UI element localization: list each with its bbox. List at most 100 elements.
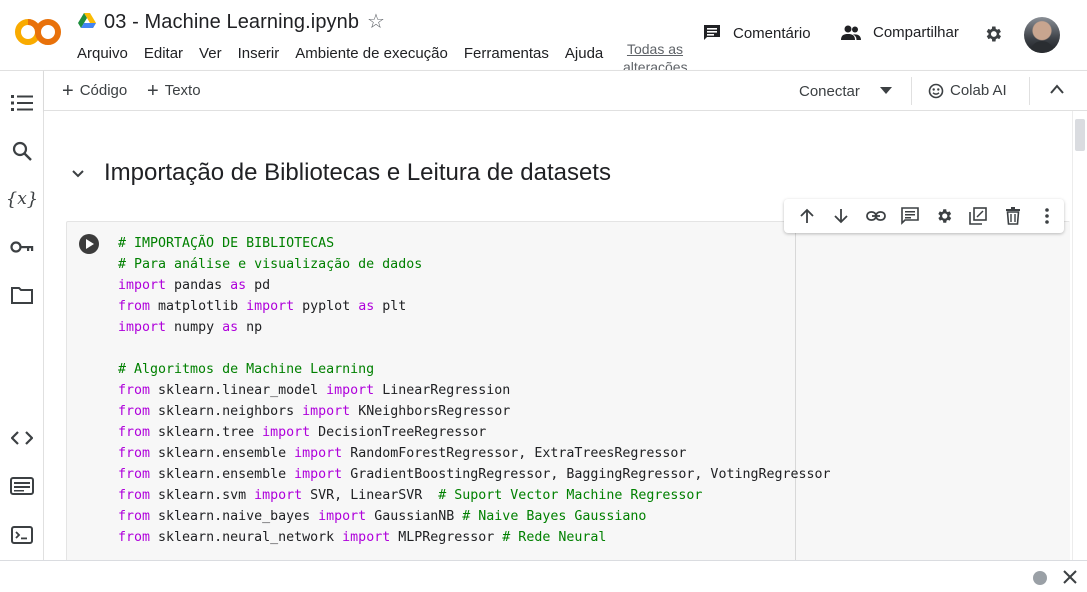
user-avatar[interactable]: [1024, 17, 1060, 53]
add-code-button[interactable]: + Código: [62, 79, 128, 102]
terminal-icon[interactable]: [10, 523, 34, 547]
code-line[interactable]: from sklearn.neighbors import KNeighbors…: [118, 401, 831, 422]
colab-ai-button[interactable]: Colab AI: [928, 82, 1007, 99]
left-rail: {x}: [0, 70, 44, 560]
arrow-up-icon[interactable]: [790, 199, 824, 233]
menu-item-ajuda[interactable]: Ajuda: [565, 45, 603, 62]
code-token: pandas: [166, 278, 231, 293]
cell-toolbar: [784, 199, 1064, 233]
people-icon: [841, 25, 861, 40]
code-token: sklearn.naive_bayes: [150, 509, 319, 524]
mirror-cell-icon[interactable]: [961, 199, 995, 233]
key-icon[interactable]: [10, 235, 34, 259]
menu-item-ambiente[interactable]: Ambiente de execução: [295, 45, 448, 62]
code-keyword: import: [254, 488, 303, 503]
delete-icon[interactable]: [996, 199, 1030, 233]
section-header: Importação de Bibliotecas e Leitura de d…: [68, 159, 611, 187]
link-icon[interactable]: [859, 199, 893, 233]
code-comment: # Naive Bayes Gaussiano: [462, 509, 647, 524]
share-button[interactable]: Compartilhar: [841, 24, 959, 41]
add-code-label: Código: [79, 82, 128, 99]
plus-icon: +: [62, 79, 74, 102]
add-text-button[interactable]: + Texto: [147, 81, 201, 101]
variables-icon[interactable]: {x}: [6, 187, 39, 211]
code-keyword: import: [318, 509, 367, 524]
code-line[interactable]: from sklearn.naive_bayes import Gaussian…: [118, 506, 831, 527]
table-of-contents-icon[interactable]: [10, 91, 34, 115]
code-token: sklearn.neighbors: [150, 404, 303, 419]
code-line[interactable]: # IMPORTAÇÃO DE BIBLIOTECAS: [118, 233, 831, 254]
vertical-scrollbar[interactable]: [1072, 111, 1087, 560]
notebook-title[interactable]: 03 - Machine Learning.ipynb: [104, 11, 359, 34]
menu-item-inserir[interactable]: Inserir: [238, 45, 280, 62]
code-keyword: as: [358, 299, 375, 314]
more-vert-icon[interactable]: [1030, 199, 1064, 233]
menu-item-editar[interactable]: Editar: [144, 45, 183, 62]
code-line[interactable]: from sklearn.svm import SVR, LinearSVR #…: [118, 485, 831, 506]
google-drive-icon[interactable]: [78, 13, 96, 29]
all-changes-link[interactable]: Todas as alterações: [623, 40, 687, 70]
code-line[interactable]: from sklearn.tree import DecisionTreeReg…: [118, 422, 831, 443]
code-line[interactable]: # Algoritmos de Machine Learning: [118, 359, 831, 380]
code-token: KNeighborsRegressor: [350, 404, 511, 419]
menu-item-ver[interactable]: Ver: [199, 45, 222, 62]
code-token: sklearn.svm: [150, 488, 255, 503]
code-token: np: [238, 320, 263, 335]
runtime-status-dot[interactable]: [1033, 571, 1047, 585]
code-token: sklearn.neural_network: [150, 530, 343, 545]
code-cell[interactable]: # IMPORTAÇÃO DE BIBLIOTECAS # Para anális…: [66, 221, 1070, 560]
section-title[interactable]: Importação de Bibliotecas e Leitura de d…: [104, 159, 611, 187]
code-token: sklearn.ensemble: [150, 467, 295, 482]
notebook-main: Importação de Bibliotecas e Leitura de d…: [44, 111, 1087, 560]
arrow-down-icon[interactable]: [824, 199, 858, 233]
code-line[interactable]: from sklearn.ensemble import GradientBoo…: [118, 464, 831, 485]
code-line[interactable]: from sklearn.ensemble import RandomFores…: [118, 443, 831, 464]
code-token: sklearn.ensemble: [150, 446, 295, 461]
connect-button[interactable]: Conectar: [799, 83, 860, 100]
code-keyword: import: [326, 383, 375, 398]
code-text[interactable]: # IMPORTAÇÃO DE BIBLIOTECAS # Para anális…: [118, 233, 831, 548]
code-comment: # Rede Neural: [502, 530, 607, 545]
code-line[interactable]: # Para análise e visualização de dados: [118, 254, 831, 275]
caret-down-icon[interactable]: [880, 87, 892, 95]
chevron-down-icon[interactable]: [68, 163, 88, 183]
settings-gear-icon[interactable]: [983, 24, 1003, 44]
star-icon[interactable]: ☆: [367, 9, 385, 34]
folder-icon[interactable]: [10, 283, 34, 307]
code-line[interactable]: import pandas as pd: [118, 275, 831, 296]
code-token: numpy: [166, 320, 223, 335]
status-bar: [0, 560, 1087, 592]
gear-icon[interactable]: [927, 199, 961, 233]
comment-icon: [704, 25, 720, 40]
colab-logo[interactable]: [14, 17, 62, 47]
code-keyword: from: [118, 383, 151, 398]
header: 03 - Machine Learning.ipynb ☆ Arquivo Ed…: [0, 0, 1087, 70]
code-keyword: from: [118, 404, 151, 419]
code-keyword: import: [262, 425, 311, 440]
menu-item-ferramentas[interactable]: Ferramentas: [464, 45, 549, 62]
search-icon[interactable]: [10, 139, 34, 163]
comment-button[interactable]: Comentário: [703, 24, 811, 42]
menu-item-arquivo[interactable]: Arquivo: [77, 45, 128, 62]
code-keyword: import: [246, 299, 295, 314]
code-snippets-icon[interactable]: [10, 426, 34, 450]
toolbar-divider: [1029, 77, 1030, 105]
code-keyword: as: [222, 320, 239, 335]
code-editor[interactable]: # IMPORTAÇÃO DE BIBLIOTECAS # Para anális…: [112, 222, 1070, 560]
code-token: pd: [246, 278, 271, 293]
code-line[interactable]: from sklearn.linear_model import LinearR…: [118, 380, 831, 401]
close-icon[interactable]: [1062, 569, 1078, 585]
scrollbar-thumb[interactable]: [1075, 119, 1085, 151]
code-comment: # Algoritmos de Machine Learning: [118, 362, 375, 377]
code-keyword: from: [118, 509, 151, 524]
code-line[interactable]: [118, 338, 831, 359]
comment-icon[interactable]: [893, 199, 927, 233]
code-line[interactable]: import numpy as np: [118, 317, 831, 338]
code-line[interactable]: from matplotlib import pyplot as plt: [118, 296, 831, 317]
run-cell-button[interactable]: [79, 234, 99, 254]
code-line[interactable]: from sklearn.neural_network import MLPRe…: [118, 527, 831, 548]
colab-window: 03 - Machine Learning.ipynb ☆ Arquivo Ed…: [0, 0, 1087, 592]
code-keyword: from: [118, 299, 151, 314]
chevron-up-icon[interactable]: [1049, 83, 1065, 95]
command-palette-icon[interactable]: [10, 474, 34, 498]
